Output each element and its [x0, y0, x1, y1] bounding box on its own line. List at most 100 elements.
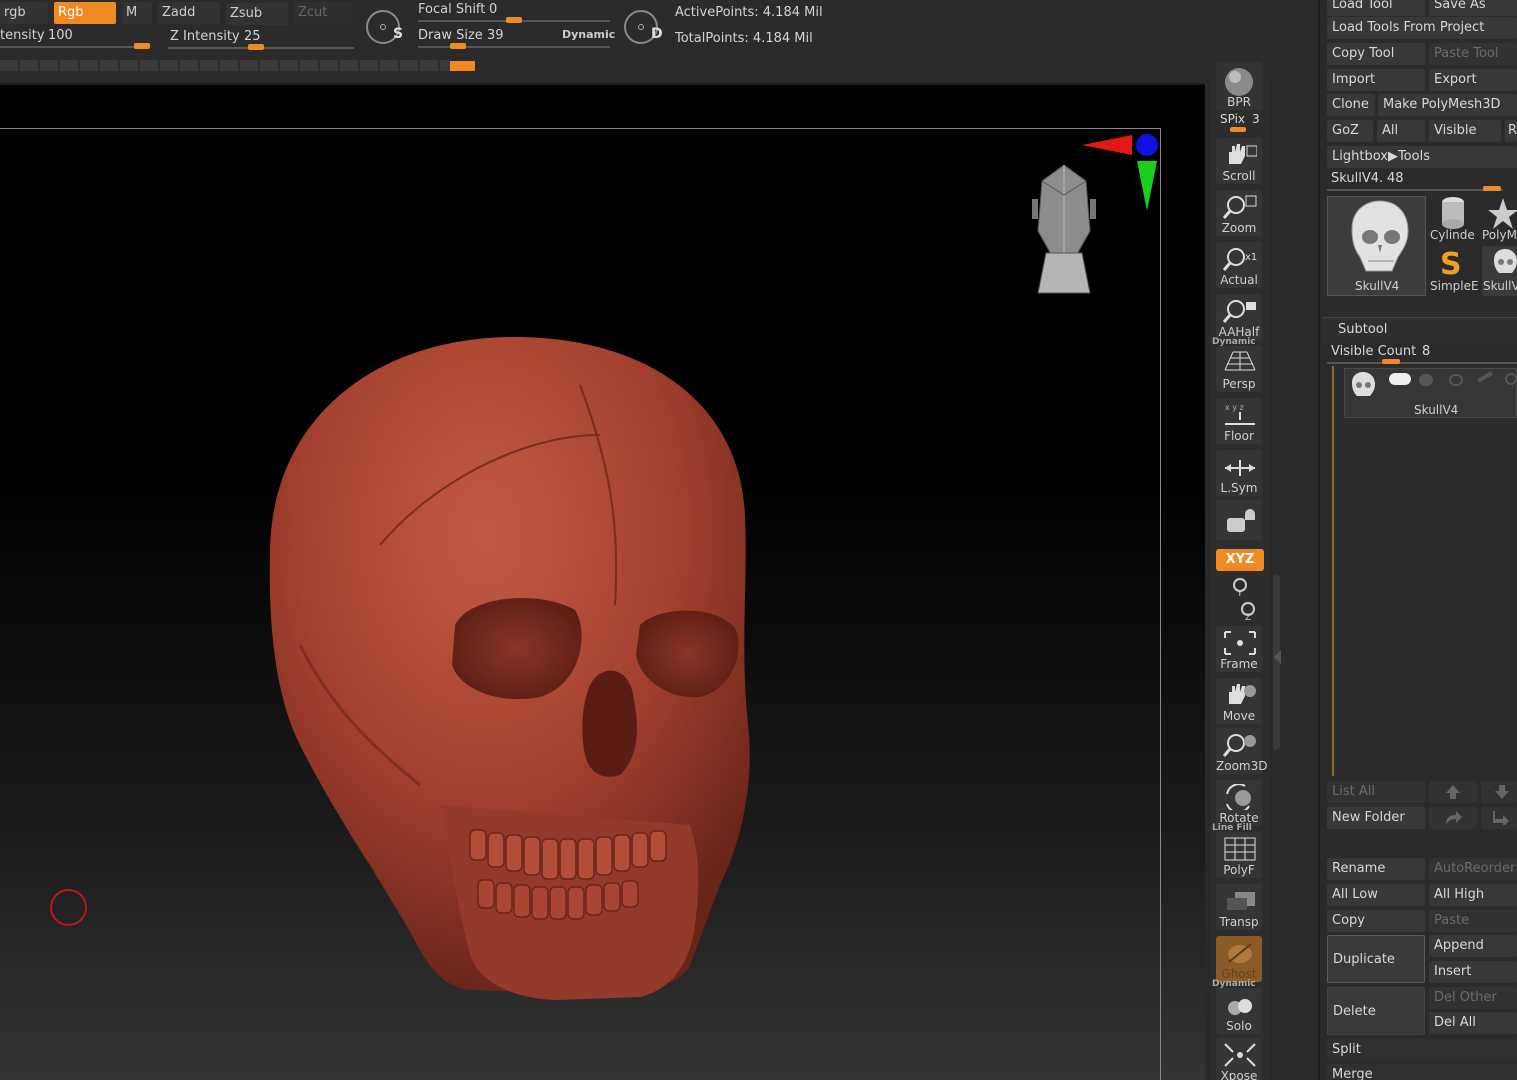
append-button[interactable]: Append	[1429, 935, 1517, 957]
spix-control[interactable]: SPix 3	[1220, 112, 1270, 132]
insert-button[interactable]: Insert	[1429, 961, 1517, 983]
zadd-button[interactable]: Zadd	[158, 2, 220, 24]
polyf-linefill-label: Line Fill	[1212, 823, 1252, 833]
duplicate-button[interactable]: Duplicate	[1327, 935, 1425, 983]
dynamic-toggle[interactable]: Dynamic	[562, 28, 615, 41]
transp-button[interactable]: Transp	[1216, 884, 1262, 930]
subtool-brush-icon[interactable]	[1477, 371, 1493, 383]
visible-count-value: 8	[1422, 344, 1431, 359]
actual-button[interactable]: x1 Actual	[1216, 242, 1262, 288]
split-section-header[interactable]: Split	[1327, 1039, 1517, 1061]
all-high-button[interactable]: All High	[1429, 884, 1517, 906]
rename-button[interactable]: Rename	[1327, 858, 1425, 880]
rgb-intensity-slider[interactable]	[0, 46, 150, 48]
lsym-button[interactable]: L.Sym	[1216, 450, 1262, 496]
folder-in-button[interactable]	[1429, 807, 1477, 829]
delete-button[interactable]: Delete	[1327, 987, 1425, 1035]
polyf-button[interactable]: Line Fill PolyF	[1212, 823, 1262, 878]
goz-button[interactable]: GoZ	[1327, 120, 1373, 142]
export-button[interactable]: Export	[1429, 69, 1517, 91]
svg-text:S: S	[1440, 248, 1462, 278]
brush-palette-strip-knob[interactable]	[450, 61, 475, 71]
draw-size-knob[interactable]	[450, 43, 466, 49]
copy-tool-button[interactable]: Copy Tool	[1327, 43, 1425, 65]
rgb-active-button[interactable]: Rgb	[54, 2, 116, 24]
floor-button[interactable]: x y z Floor	[1216, 398, 1262, 444]
viewport-canvas[interactable]	[0, 83, 1205, 1080]
zsub-button[interactable]: Zsub	[226, 3, 288, 25]
subtool-item-skullv4[interactable]: SkullV4	[1344, 368, 1517, 418]
import-button[interactable]: Import	[1327, 69, 1425, 91]
persp-button[interactable]: Dynamic Persp	[1212, 337, 1262, 392]
tool-thumb-cylinder[interactable]: Cylinde	[1430, 196, 1480, 244]
m-button[interactable]: M	[122, 2, 152, 24]
rotate-y-icon[interactable]: Y	[1230, 577, 1250, 597]
auto-reorder-button[interactable]: AutoReorder	[1429, 858, 1517, 880]
rotate-button[interactable]: Rotate	[1216, 780, 1262, 826]
visible-count-slider[interactable]	[1327, 362, 1517, 364]
subtool-header[interactable]: Subtool	[1322, 317, 1517, 343]
xyz-rotation-toggle[interactable]: XYZ	[1216, 549, 1264, 571]
bpr-button[interactable]: BPR	[1216, 62, 1262, 110]
aahalf-button[interactable]: AAHalf	[1216, 294, 1262, 340]
move-button[interactable]: Move	[1216, 678, 1262, 724]
del-other-button[interactable]: Del Other	[1429, 987, 1517, 1009]
make-polymesh3d-button[interactable]: Make PolyMesh3D	[1378, 94, 1517, 116]
ghost-button[interactable]: Ghost	[1216, 936, 1262, 982]
copy-subtool-button[interactable]: Copy	[1327, 910, 1425, 932]
zcut-button[interactable]: Zcut	[294, 2, 352, 24]
lightbox-tools-button[interactable]: Lightbox▶Tools	[1327, 146, 1517, 168]
zoom-button[interactable]: Zoom	[1216, 190, 1262, 236]
subtool-polypaint-icon[interactable]	[1419, 374, 1433, 386]
list-all-button[interactable]: List All	[1327, 781, 1425, 803]
del-all-button[interactable]: Del All	[1429, 1012, 1517, 1034]
rotate-z-icon[interactable]: Z	[1238, 601, 1258, 621]
spix-knob[interactable]	[1230, 127, 1246, 132]
brush-palette-strip[interactable]	[0, 60, 450, 71]
frame-button[interactable]: Frame	[1216, 626, 1262, 672]
tool-slider[interactable]	[1327, 189, 1503, 191]
move-up-button[interactable]	[1429, 781, 1477, 803]
subtool-material-icon[interactable]	[1449, 374, 1463, 386]
all-low-button[interactable]: All Low	[1327, 884, 1425, 906]
subtool-rotate-icon[interactable]	[1505, 373, 1517, 385]
tool-thumb-skullv4[interactable]: SkullV4	[1327, 196, 1426, 296]
axis-gizmo-icon[interactable]	[1080, 129, 1160, 219]
merge-section-header[interactable]: Merge	[1327, 1064, 1517, 1080]
focal-shift-label: Focal Shift	[418, 2, 486, 17]
save-as-button[interactable]: Save As	[1429, 0, 1517, 16]
tool-thumb-polymesh[interactable]: PolyM	[1482, 196, 1517, 244]
paste-subtool-button[interactable]: Paste	[1429, 910, 1517, 932]
stroke-s-icon[interactable]: S	[366, 10, 403, 44]
solo-button[interactable]: Dynamic Solo	[1212, 979, 1262, 1034]
tool-thumb-simplebrush[interactable]: S SimpleE	[1430, 246, 1480, 296]
folder-out-button[interactable]	[1481, 807, 1517, 829]
z-intensity-knob[interactable]	[248, 44, 264, 50]
subtool-visibility-toggle[interactable]	[1389, 373, 1411, 385]
shelf-collapse-arrow-icon[interactable]	[1274, 650, 1281, 664]
draw-size-value: 39	[487, 28, 504, 43]
xpose-button[interactable]: Xpose	[1216, 1038, 1262, 1080]
visible-count-knob[interactable]	[1382, 359, 1400, 364]
move-down-button[interactable]	[1481, 781, 1517, 803]
focal-shift-knob[interactable]	[506, 17, 522, 23]
paste-tool-button[interactable]: Paste Tool	[1429, 43, 1517, 65]
goz-visible-button[interactable]: Visible	[1429, 120, 1501, 142]
clone-button[interactable]: Clone	[1327, 94, 1375, 116]
load-tools-from-project-button[interactable]: Load Tools From Project	[1327, 17, 1517, 39]
local-transform-button[interactable]	[1216, 500, 1262, 540]
stroke-d-icon[interactable]: D	[624, 10, 663, 44]
goz-all-button[interactable]: All	[1377, 120, 1425, 142]
subtool-list[interactable]	[1332, 366, 1517, 776]
rgb-intensity-knob[interactable]	[134, 43, 150, 49]
scroll-button[interactable]: Scroll	[1216, 138, 1262, 184]
load-tool-button[interactable]: Load Tool	[1327, 0, 1425, 16]
rgb-button[interactable]: rgb	[0, 2, 48, 24]
zoom3d-button[interactable]: Zoom3D	[1216, 728, 1267, 774]
goz-r-button[interactable]: R	[1505, 120, 1517, 142]
draw-size-slider[interactable]	[418, 46, 610, 48]
total-points-readout: TotalPoints: 4.184 Mil	[675, 31, 813, 46]
tool-slider-knob[interactable]	[1483, 186, 1501, 191]
tool-thumb-skull-small[interactable]: SkullV	[1482, 246, 1517, 296]
new-folder-button[interactable]: New Folder	[1327, 807, 1425, 829]
